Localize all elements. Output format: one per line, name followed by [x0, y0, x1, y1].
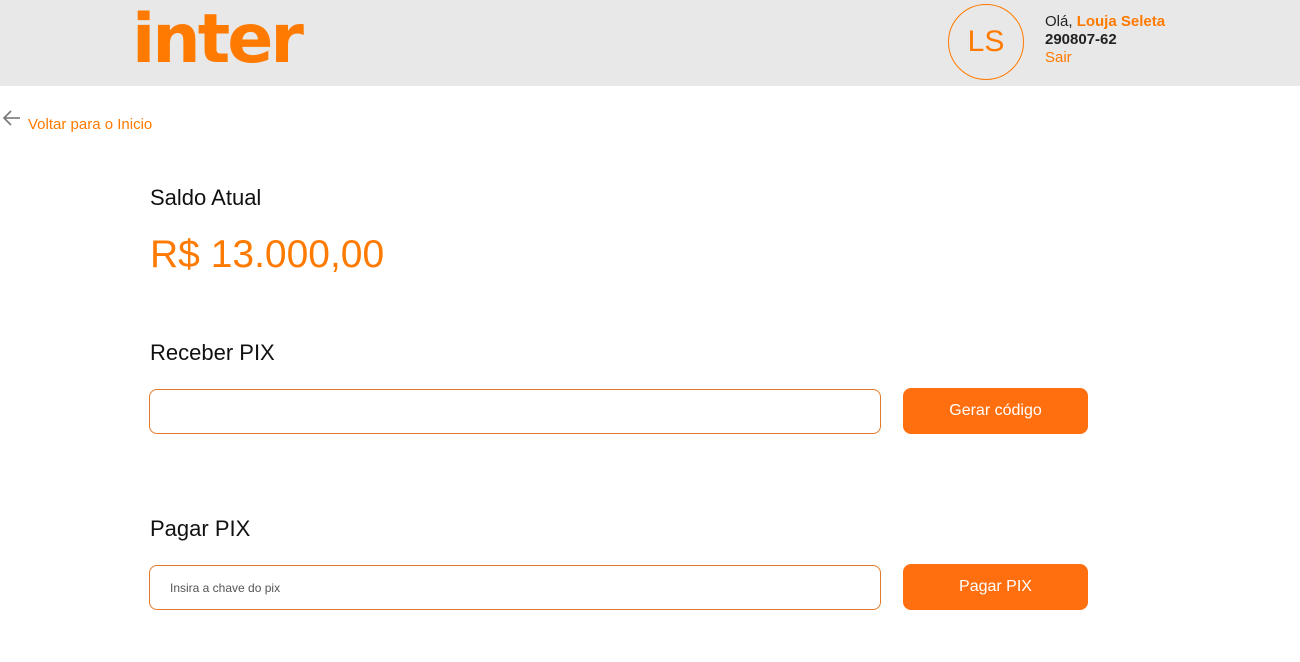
pay-pix-title: Pagar PIX: [150, 516, 251, 541]
balance-value: R$ 13.000,00: [150, 233, 385, 276]
back-to-home-link[interactable]: Voltar para o Inicio: [2, 108, 152, 133]
pix-key-input[interactable]: [149, 565, 881, 610]
user-info: Olá, Louja Seleta 290807-62 Sair: [1045, 13, 1165, 67]
top-header: inter LS Olá, Louja Seleta 290807-62 Sai…: [0, 0, 1300, 86]
avatar-initials: LS: [967, 25, 1005, 58]
balance-title: Saldo Atual: [150, 185, 262, 210]
generate-code-button[interactable]: Gerar código: [903, 388, 1088, 434]
receive-pix-input[interactable]: [149, 389, 881, 434]
user-greeting: Olá, Louja Seleta: [1045, 13, 1165, 31]
logout-link[interactable]: Sair: [1045, 49, 1165, 67]
pay-pix-button[interactable]: Pagar PIX: [903, 564, 1088, 610]
greeting-prefix: Olá,: [1045, 13, 1073, 30]
arrow-left-icon: [2, 108, 22, 133]
account-number: 290807-62: [1045, 31, 1117, 48]
user-avatar: LS: [948, 4, 1024, 80]
user-name: Louja Seleta: [1076, 13, 1166, 30]
inter-logo: inter: [132, 0, 304, 79]
receive-pix-title: Receber PIX: [150, 340, 275, 365]
back-link-label: Voltar para o Inicio: [28, 116, 153, 133]
